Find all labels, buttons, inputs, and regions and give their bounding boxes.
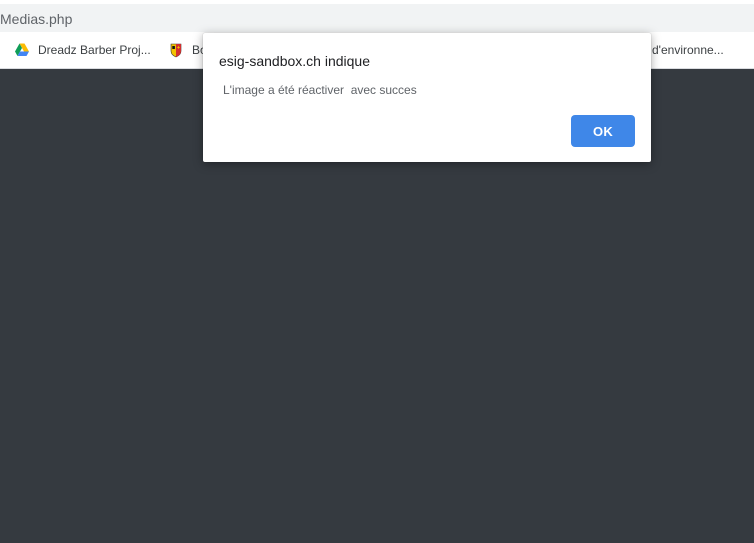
address-bar-text[interactable]: Medias.php bbox=[0, 11, 72, 27]
google-drive-icon bbox=[14, 42, 30, 58]
bookmark-dreadz-barber[interactable]: Dreadz Barber Proj... bbox=[14, 41, 151, 59]
geneva-crest-icon bbox=[168, 42, 184, 58]
alert-dialog: esig-sandbox.ch indique L'image a été ré… bbox=[203, 33, 651, 162]
bookmark-label: d'environne... bbox=[652, 43, 724, 57]
ok-button[interactable]: OK bbox=[571, 115, 635, 147]
address-bar[interactable]: Medias.php bbox=[0, 4, 754, 32]
dialog-title: esig-sandbox.ch indique bbox=[219, 53, 370, 69]
bookmark-label: Dreadz Barber Proj... bbox=[38, 43, 151, 57]
bookmark-environnement[interactable]: d'environne... bbox=[652, 41, 724, 59]
bookmark-bo[interactable]: Bo bbox=[168, 41, 207, 59]
dialog-message: L'image a été réactiver avec succes bbox=[223, 83, 417, 97]
